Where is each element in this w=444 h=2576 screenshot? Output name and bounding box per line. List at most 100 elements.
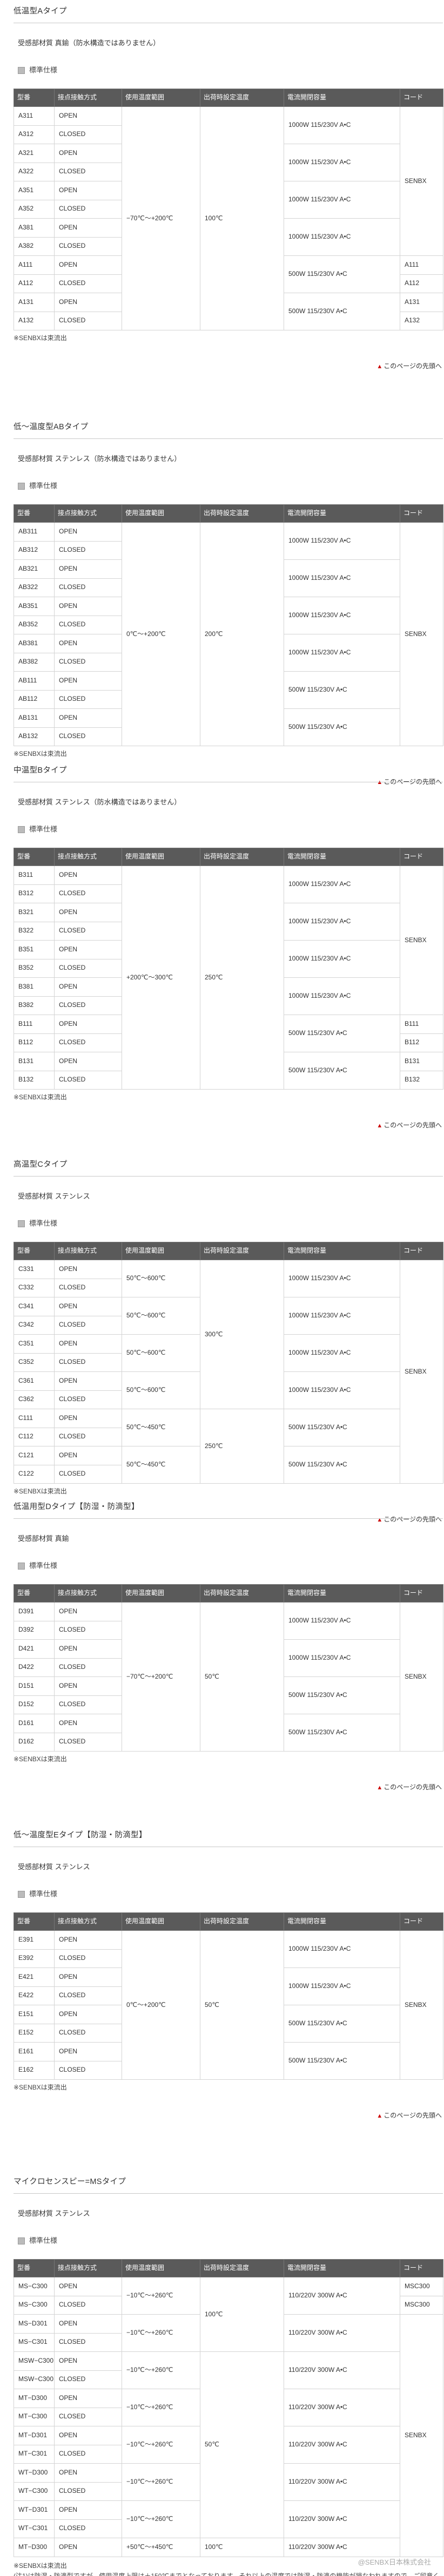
model-cell: MT−D300	[14, 2538, 55, 2557]
standard-spec-label: 標準仕様	[18, 1890, 57, 1899]
code-cell: SENBX	[400, 1602, 443, 1752]
code-cell: B132	[400, 1070, 443, 1090]
model-cell: C111	[14, 1409, 55, 1428]
contact-cell: OPEN	[54, 1297, 122, 1316]
temp-range-cell: −10℃〜+260℃	[122, 2277, 200, 2315]
capacity-cell: 110/220V 300W A•C	[284, 2500, 400, 2538]
model-cell: D391	[14, 1602, 55, 1621]
standard-spec-text: 標準仕様	[29, 825, 58, 833]
contact-cell: CLOSED	[54, 1986, 122, 2005]
model-text: C122	[18, 1470, 34, 1478]
model-text: MSW−C300	[18, 2375, 54, 2383]
capacity-cell: 1000W 115/230V A•C	[284, 1371, 400, 1409]
temp-range-cell: 50℃〜600℃	[122, 1260, 200, 1297]
column-header: 接点接触方式	[54, 2259, 122, 2277]
column-header: 電流開閉容量	[284, 1912, 400, 1931]
header-row: 型番 接点接触方式 使用温度範囲 出荷時設定温度 電流開閉容量 コード	[14, 89, 443, 107]
triangle-up-icon: ▲	[376, 2112, 383, 2119]
model-cell: A132	[14, 311, 55, 330]
contact-cell: OPEN	[54, 144, 122, 163]
contact-cell: CLOSED	[54, 2023, 122, 2043]
model-text: B111	[18, 1019, 33, 1027]
column-header: 型番	[14, 2259, 55, 2277]
capacity-cell: 500W 115/230V A•C	[284, 2005, 400, 2043]
contact-cell: CLOSED	[54, 689, 122, 709]
code-cell: B111	[400, 1015, 443, 1034]
back-to-top-link[interactable]: ▲このページの先頭へ	[376, 1783, 442, 1792]
contact-cell: OPEN	[54, 2277, 122, 2296]
back-to-top-link[interactable]: ▲このページの先頭へ	[376, 362, 442, 371]
model-cell: D152	[14, 1695, 55, 1714]
model-cell: WT−C301	[14, 2519, 55, 2538]
model-cell: E421	[14, 1968, 55, 1987]
back-to-top-link[interactable]: ▲このページの先頭へ	[376, 1121, 442, 1130]
model-cell: MS−C301	[14, 2332, 55, 2352]
code-cell: SENBX	[400, 1930, 443, 2080]
model-text: E161	[18, 2047, 34, 2055]
temp-range-cell: +200℃〜300℃	[122, 866, 200, 1090]
back-to-top-link[interactable]: ▲このページの先頭へ	[376, 2112, 442, 2120]
model-cell: MS−D301	[14, 2314, 55, 2334]
setting-temp-cell: 50℃	[200, 2351, 284, 2538]
model-text: D422	[18, 1663, 34, 1671]
model-text: B311	[18, 870, 33, 878]
section-title: 中温型Bタイプ	[14, 766, 67, 775]
capacity-cell: 1000W 115/230V A•C	[284, 522, 400, 560]
model-text: MS−C301	[18, 2338, 48, 2346]
capacity-cell: 1000W 115/230V A•C	[284, 597, 400, 634]
capacity-cell: 1000W 115/230V A•C	[284, 106, 400, 144]
contact-cell: OPEN	[54, 2314, 122, 2334]
temp-range-cell: −10℃〜+260℃	[122, 2500, 200, 2538]
table-row: B311 OPEN +200℃〜300℃ 250℃ 1000W 115/230V A•C…	[14, 866, 443, 1090]
header-row: 型番 接点接触方式 使用温度範囲 出荷時設定温度 電流開閉容量 コード	[14, 2259, 443, 2277]
header-row: 型番 接点接触方式 使用温度範囲 出荷時設定温度 電流開閉容量 コード	[14, 1912, 443, 1931]
back-to-top-text: このページの先頭へ	[384, 2112, 442, 2119]
column-header: コード	[400, 1242, 443, 1260]
temp-range-cell: 0℃〜+200℃	[122, 1930, 200, 2080]
contact-cell: OPEN	[54, 1968, 122, 1987]
contact-cell: OPEN	[54, 977, 122, 997]
setting-temp-cell: 100℃	[200, 106, 284, 330]
setting-temp-cell: 100℃	[200, 2538, 284, 2557]
column-header: コード	[400, 1912, 443, 1931]
model-cell: WT−C300	[14, 2482, 55, 2501]
back-to-top-text: このページの先頭へ	[384, 1121, 442, 1129]
contact-cell: OPEN	[54, 2351, 122, 2371]
table-row: A311 OPEN −70℃〜+200℃ 100℃ 1000W 115/230V A•C…	[14, 106, 443, 330]
standard-spec-text: 標準仕様	[29, 482, 58, 490]
column-header: 出荷時設定温度	[200, 504, 284, 523]
model-cell: B311	[14, 866, 55, 885]
table-row: C111 OPEN 50℃〜450℃ 250℃ 500W 115/230V A•C	[14, 1409, 443, 1484]
contact-cell: CLOSED	[54, 1949, 122, 1968]
capacity-cell: 110/220V 300W A•C	[284, 2426, 400, 2464]
section-title: マイクロセンスピー=MSタイプ	[14, 2178, 126, 2186]
contact-cell: OPEN	[54, 1676, 122, 1696]
model-cell: MSW−C300(注1)	[14, 2370, 55, 2389]
model-cell: AB131	[14, 708, 55, 728]
model-text: A131	[18, 298, 34, 306]
model-cell: C362	[14, 1390, 55, 1409]
code-cell: SENBX	[400, 106, 443, 256]
temp-range-cell: −10℃〜+260℃	[122, 2389, 200, 2426]
model-cell: AB351	[14, 597, 55, 616]
column-header: 電流開閉容量	[284, 504, 400, 523]
capacity-cell: 1000W 115/230V A•C	[284, 634, 400, 672]
contact-cell: CLOSED	[54, 1353, 122, 1372]
model-text: B381	[18, 982, 34, 990]
model-text: WT−D301	[18, 2505, 48, 2513]
table-note: ※SENBXは束流出	[14, 750, 67, 758]
material-label: 受感部材質 ステンレス	[18, 1863, 90, 1871]
contact-cell: OPEN	[54, 1602, 122, 1621]
column-header: 使用温度範囲	[122, 1242, 200, 1260]
model-cell: WT−D300	[14, 2463, 55, 2483]
table-row: MSW−C300(注1)OPEN−10℃〜+260℃50℃110/220V 30…	[14, 2351, 443, 2538]
section-divider	[14, 2193, 443, 2194]
model-text: MSW−C300	[18, 2356, 54, 2364]
code-cell: SENBX	[400, 2314, 443, 2557]
model-cell: A311	[14, 106, 55, 126]
back-to-top-link[interactable]: ▲このページの先頭へ	[376, 1516, 442, 1524]
contact-cell: CLOSED	[54, 311, 122, 330]
model-cell: AB111	[14, 671, 55, 691]
model-cell: AB312	[14, 540, 55, 560]
spec-table: 型番 接点接触方式 使用温度範囲 出荷時設定温度 電流開閉容量 コード AB311 OPEN 0…	[14, 504, 443, 746]
